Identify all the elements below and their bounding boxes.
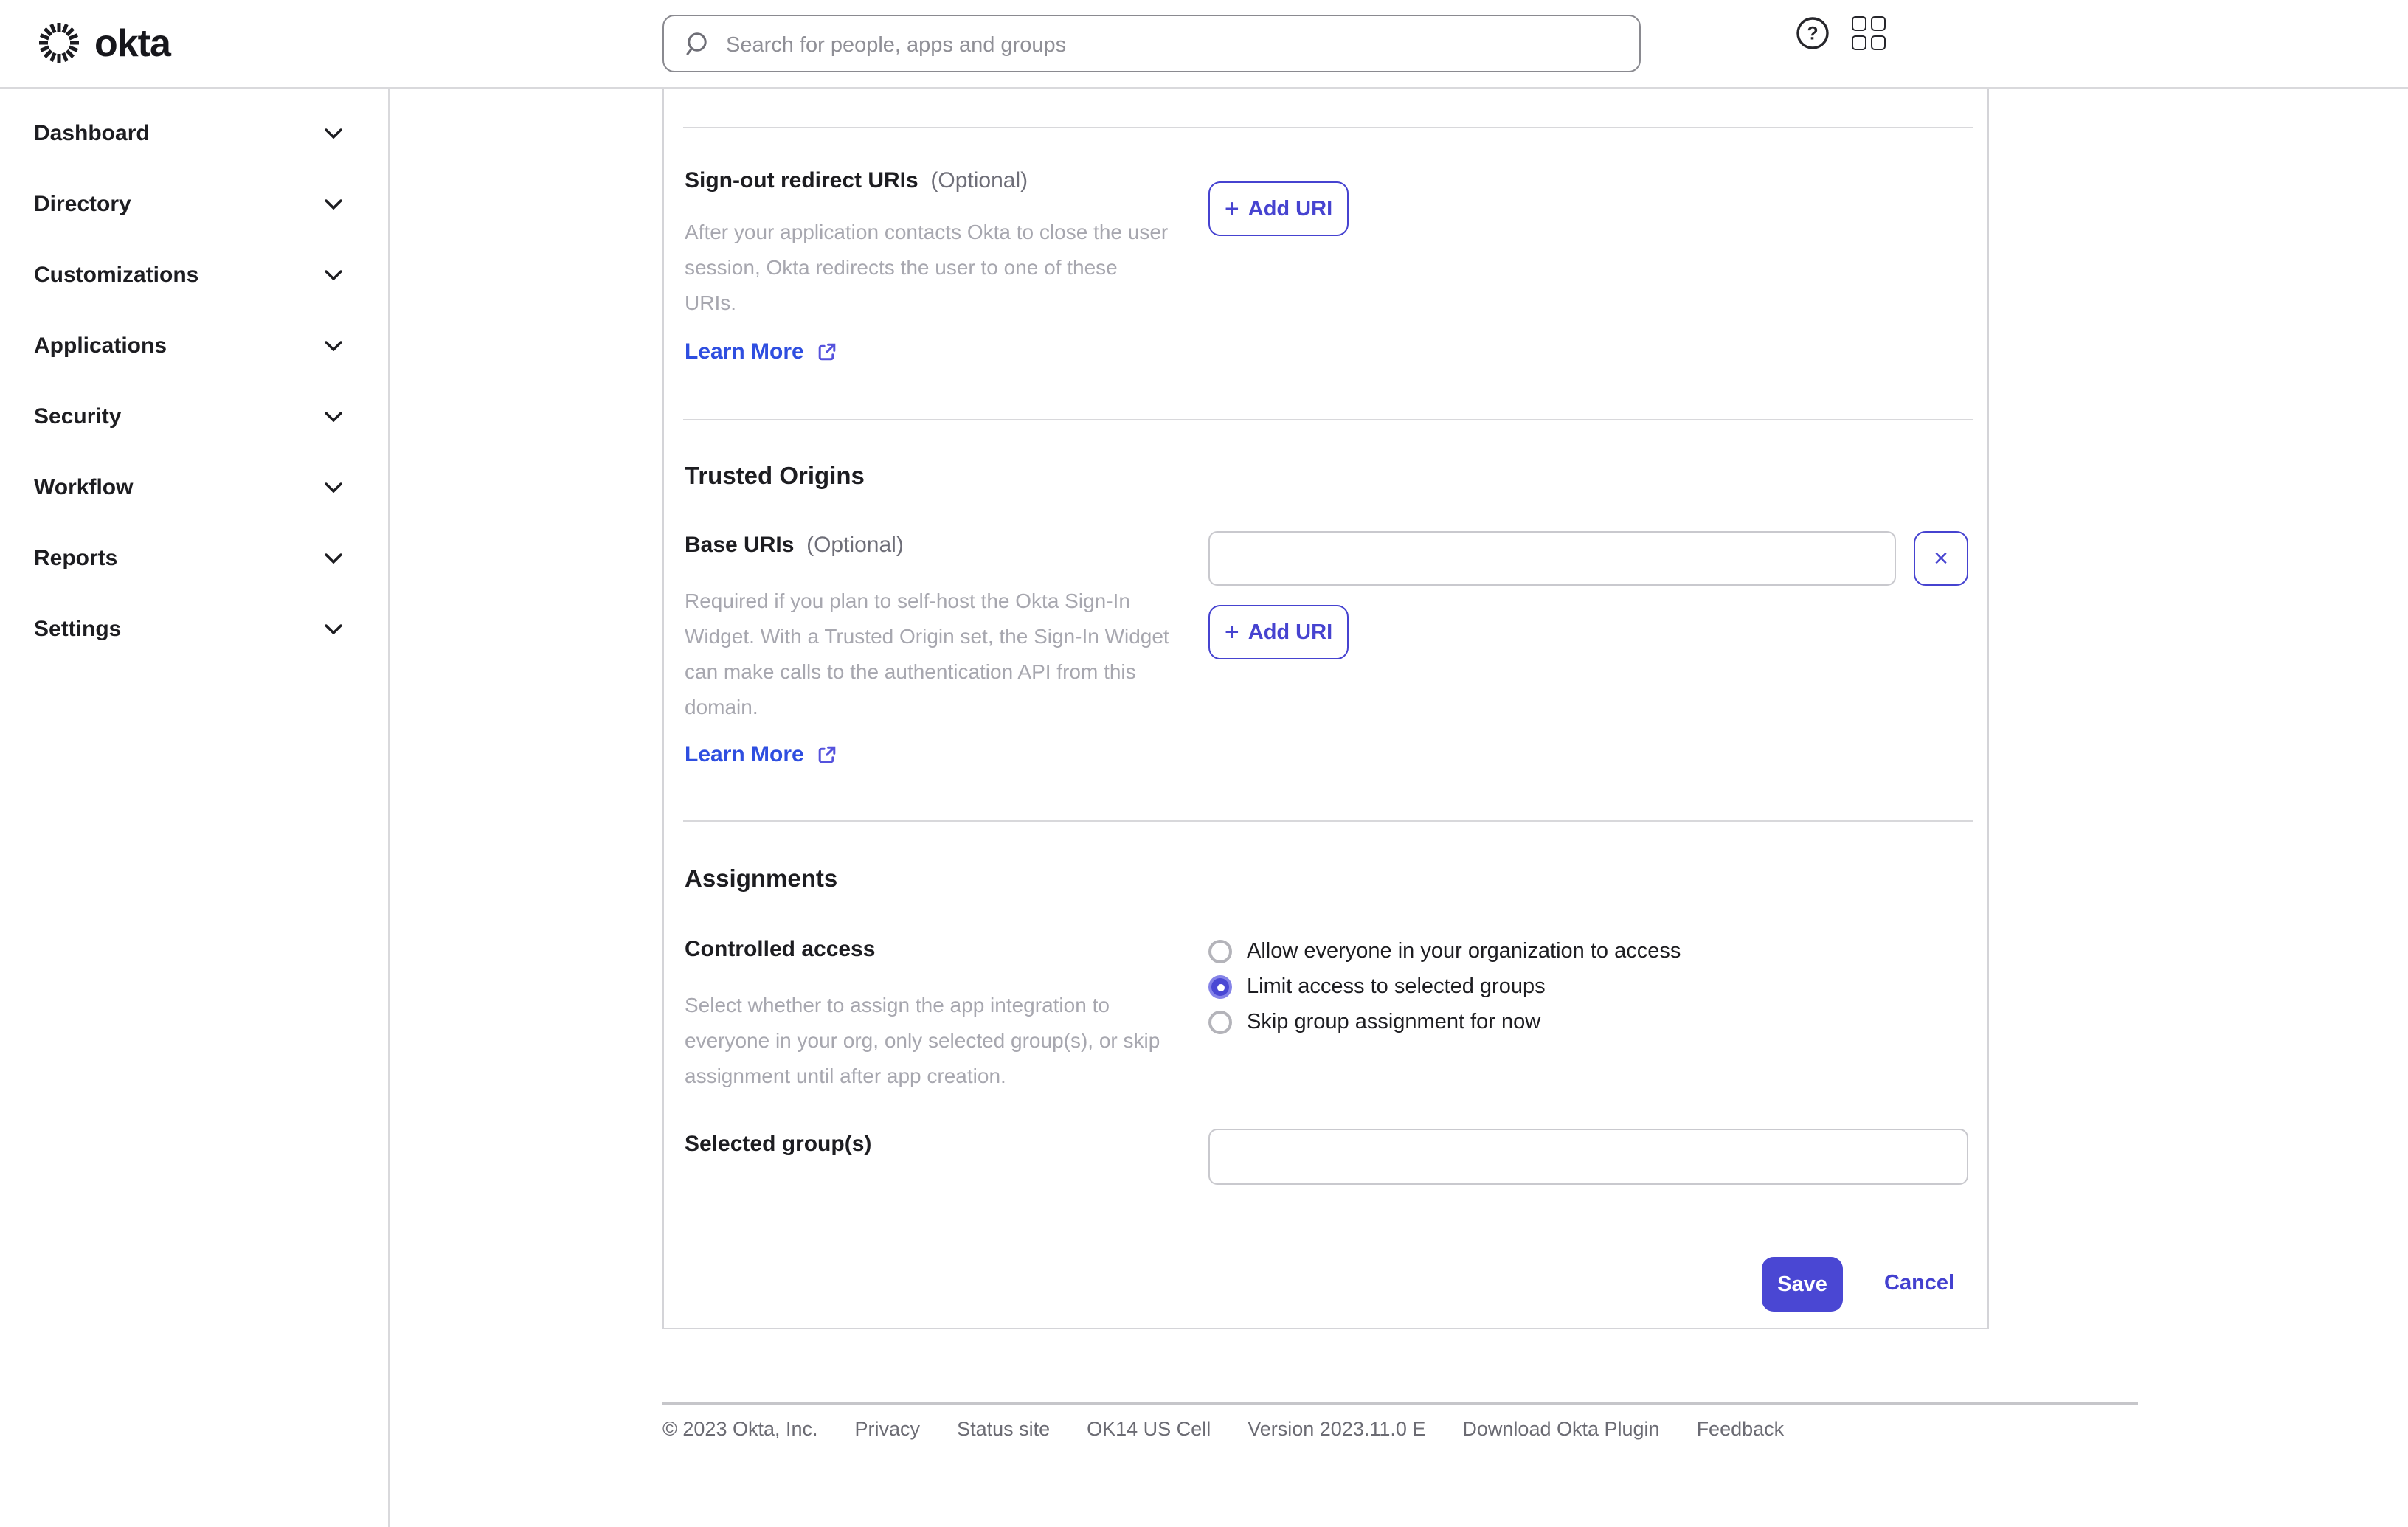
trusted-origins-learn-more-link[interactable]: Learn More [685, 742, 837, 767]
sidebar-item-dashboard[interactable]: Dashboard [0, 97, 388, 168]
sidebar-item-workflow[interactable]: Workflow [0, 451, 388, 522]
okta-admin-page: okta ? Dashboard Directory [0, 0, 2408, 1527]
sidebar-item-directory[interactable]: Directory [0, 168, 388, 239]
sidebar-item-applications[interactable]: Applications [0, 310, 388, 381]
footer-link-download-plugin[interactable]: Download Okta Plugin [1462, 1418, 1659, 1440]
signout-add-uri-button[interactable]: + Add URI [1208, 181, 1349, 236]
chevron-down-icon [325, 623, 342, 634]
save-button[interactable]: Save [1762, 1257, 1843, 1312]
section-divider [683, 820, 1973, 822]
radio-button[interactable] [1208, 975, 1232, 999]
remove-uri-button[interactable]: × [1914, 531, 1968, 586]
footer-link-feedback[interactable]: Feedback [1697, 1418, 1785, 1440]
controlled-access-description: Select whether to assign the app integra… [685, 993, 1160, 1087]
selected-groups-label: Selected group(s) [685, 1132, 872, 1157]
radio-option-skip-assignment[interactable]: Skip group assignment for now [1208, 1011, 1681, 1034]
base-uris-label: Base URIs (Optional) [685, 533, 904, 558]
footer-link-status-site[interactable]: Status site [957, 1418, 1050, 1440]
footer-divider [662, 1402, 2138, 1405]
base-uris-description: Required if you plan to self-host the Ok… [685, 589, 1169, 719]
sidebar-item-reports[interactable]: Reports [0, 522, 388, 593]
optional-tag: (Optional) [930, 168, 1028, 193]
chevron-down-icon [325, 128, 342, 138]
radio-option-allow-everyone[interactable]: Allow everyone in your organization to a… [1208, 940, 1681, 963]
footer-version-text: Version 2023.11.0 E [1248, 1418, 1426, 1440]
chevron-down-icon [325, 553, 342, 563]
footer-link-privacy[interactable]: Privacy [855, 1418, 921, 1440]
search-icon [686, 32, 707, 55]
section-divider [683, 419, 1973, 420]
base-add-uri-button[interactable]: + Add URI [1208, 605, 1349, 659]
radio-button[interactable] [1208, 940, 1232, 963]
close-icon: × [1934, 544, 1948, 572]
sidebar-nav: Dashboard Directory Customizations Appli… [0, 89, 390, 1527]
controlled-access-options: Allow everyone in your organization to a… [1208, 940, 1681, 1046]
footer: © 2023 Okta, Inc. Privacy Status site OK… [662, 1418, 1784, 1440]
signout-redirect-uris-label: Sign-out redirect URIs (Optional) [685, 168, 1028, 193]
optional-tag: (Optional) [806, 533, 904, 558]
base-uri-input[interactable] [1208, 531, 1896, 586]
sidebar-item-settings[interactable]: Settings [0, 593, 388, 664]
chevron-down-icon [325, 482, 342, 492]
assignments-heading: Assignments [685, 866, 838, 893]
plus-icon: + [1224, 195, 1239, 223]
plus-icon: + [1224, 618, 1239, 646]
radio-button[interactable] [1208, 1011, 1232, 1034]
top-header: okta ? [0, 0, 2408, 89]
copyright-text: © 2023 Okta, Inc. [662, 1418, 818, 1440]
search-input[interactable] [723, 16, 1629, 74]
chevron-down-icon [325, 340, 342, 350]
chevron-down-icon [325, 198, 342, 209]
apps-grid-icon[interactable] [1852, 16, 1886, 50]
controlled-access-label: Controlled access [685, 937, 876, 962]
cancel-button[interactable]: Cancel [1884, 1257, 1954, 1312]
trusted-origins-heading: Trusted Origins [685, 463, 865, 490]
help-icon[interactable]: ? [1796, 16, 1830, 50]
okta-logo-text: okta [94, 21, 171, 65]
okta-logo[interactable]: okta [35, 19, 171, 66]
external-link-icon [818, 745, 836, 763]
selected-groups-input[interactable] [1208, 1129, 1968, 1185]
sidebar-item-customizations[interactable]: Customizations [0, 239, 388, 310]
svg-text:?: ? [1807, 24, 1818, 44]
app-settings-card: Sign-out redirect URIs (Optional) After … [662, 89, 1989, 1329]
chevron-down-icon [325, 411, 342, 421]
chevron-down-icon [325, 269, 342, 280]
sidebar-item-security[interactable]: Security [0, 381, 388, 451]
radio-option-limit-access[interactable]: Limit access to selected groups [1208, 975, 1681, 999]
external-link-icon [818, 342, 836, 360]
okta-sunburst-icon [39, 23, 79, 63]
global-search [662, 15, 1641, 74]
signout-description: After your application contacts Okta to … [685, 220, 1169, 314]
signout-learn-more-link[interactable]: Learn More [685, 339, 837, 364]
section-divider [683, 127, 1973, 128]
footer-cell-text: OK14 US Cell [1087, 1418, 1211, 1440]
header-icons: ? [1796, 16, 1886, 50]
